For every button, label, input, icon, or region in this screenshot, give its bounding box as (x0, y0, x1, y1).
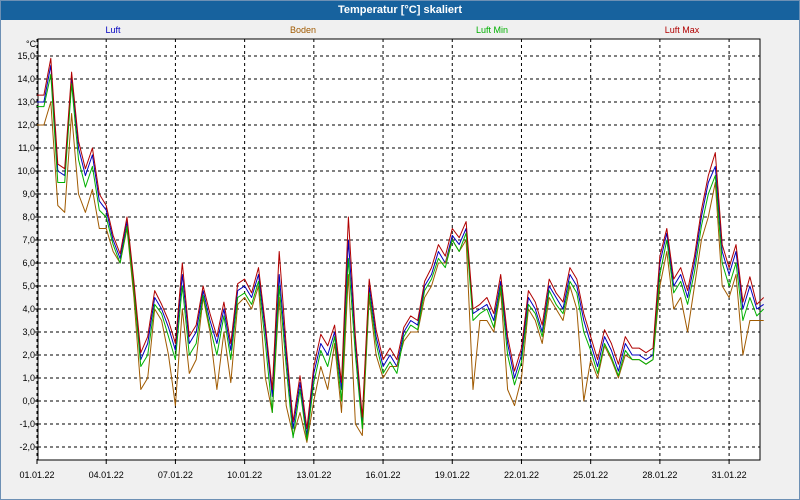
temperature-chart: 15,0 14,0 13,0 12,0 11,0 10,0 9,0 8,0 7,0 6,0 5,0 4… (17, 25, 765, 480)
y-tick-label: -1,0 (19, 419, 35, 429)
legend: Luft Boden Luft Min Luft Max (105, 25, 699, 35)
y-axis: 15,0 14,0 13,0 12,0 11,0 10,0 9,0 8,0 7,0 6,0 5,0 4… (17, 51, 38, 452)
x-axis: 01.01.22 04.01.22 07.01.22 10.01.22 13.01.22… (19, 460, 747, 480)
x-tick-label: 22.01.22 (504, 470, 539, 480)
x-tick-label: 16.01.22 (366, 470, 401, 480)
legend-item-luft: Luft (105, 25, 121, 35)
x-tick-label: 07.01.22 (158, 470, 193, 480)
y-tick-label: 3,0 (22, 327, 35, 337)
y-tick-label: 14,0 (17, 74, 35, 84)
legend-item-boden: Boden (290, 25, 316, 35)
y-tick-label: 5,0 (22, 281, 35, 291)
x-tick-label: 19.01.22 (435, 470, 470, 480)
y-tick-label: 12,0 (17, 120, 35, 130)
x-tick-label: 25.01.22 (573, 470, 608, 480)
y-tick-label: 15,0 (17, 51, 35, 61)
y-tick-label: 9,0 (22, 189, 35, 199)
y-tick-label: 0,0 (22, 396, 35, 406)
y-tick-label: -2,0 (19, 442, 35, 452)
y-tick-label: 13,0 (17, 97, 35, 107)
x-tick-label: 13.01.22 (296, 470, 331, 480)
y-tick-label: 4,0 (22, 304, 35, 314)
y-tick-label: 10,0 (17, 166, 35, 176)
x-tick-label: 04.01.22 (89, 470, 124, 480)
x-tick-label: 01.01.22 (19, 470, 54, 480)
y-tick-label: 2,0 (22, 350, 35, 360)
x-tick-label: 28.01.22 (642, 470, 677, 480)
x-tick-label: 10.01.22 (227, 470, 262, 480)
y-axis-unit: °C (26, 39, 37, 49)
x-tick-label: 31.01.22 (712, 470, 747, 480)
legend-item-luft-max: Luft Max (665, 25, 700, 35)
y-tick-label: 11,0 (18, 143, 35, 153)
y-tick-label: 1,0 (22, 373, 35, 383)
y-tick-label: 6,0 (22, 258, 35, 268)
y-tick-label: 8,0 (22, 212, 35, 222)
legend-item-luft-min: Luft Min (476, 25, 508, 35)
y-tick-label: 7,0 (22, 235, 35, 245)
